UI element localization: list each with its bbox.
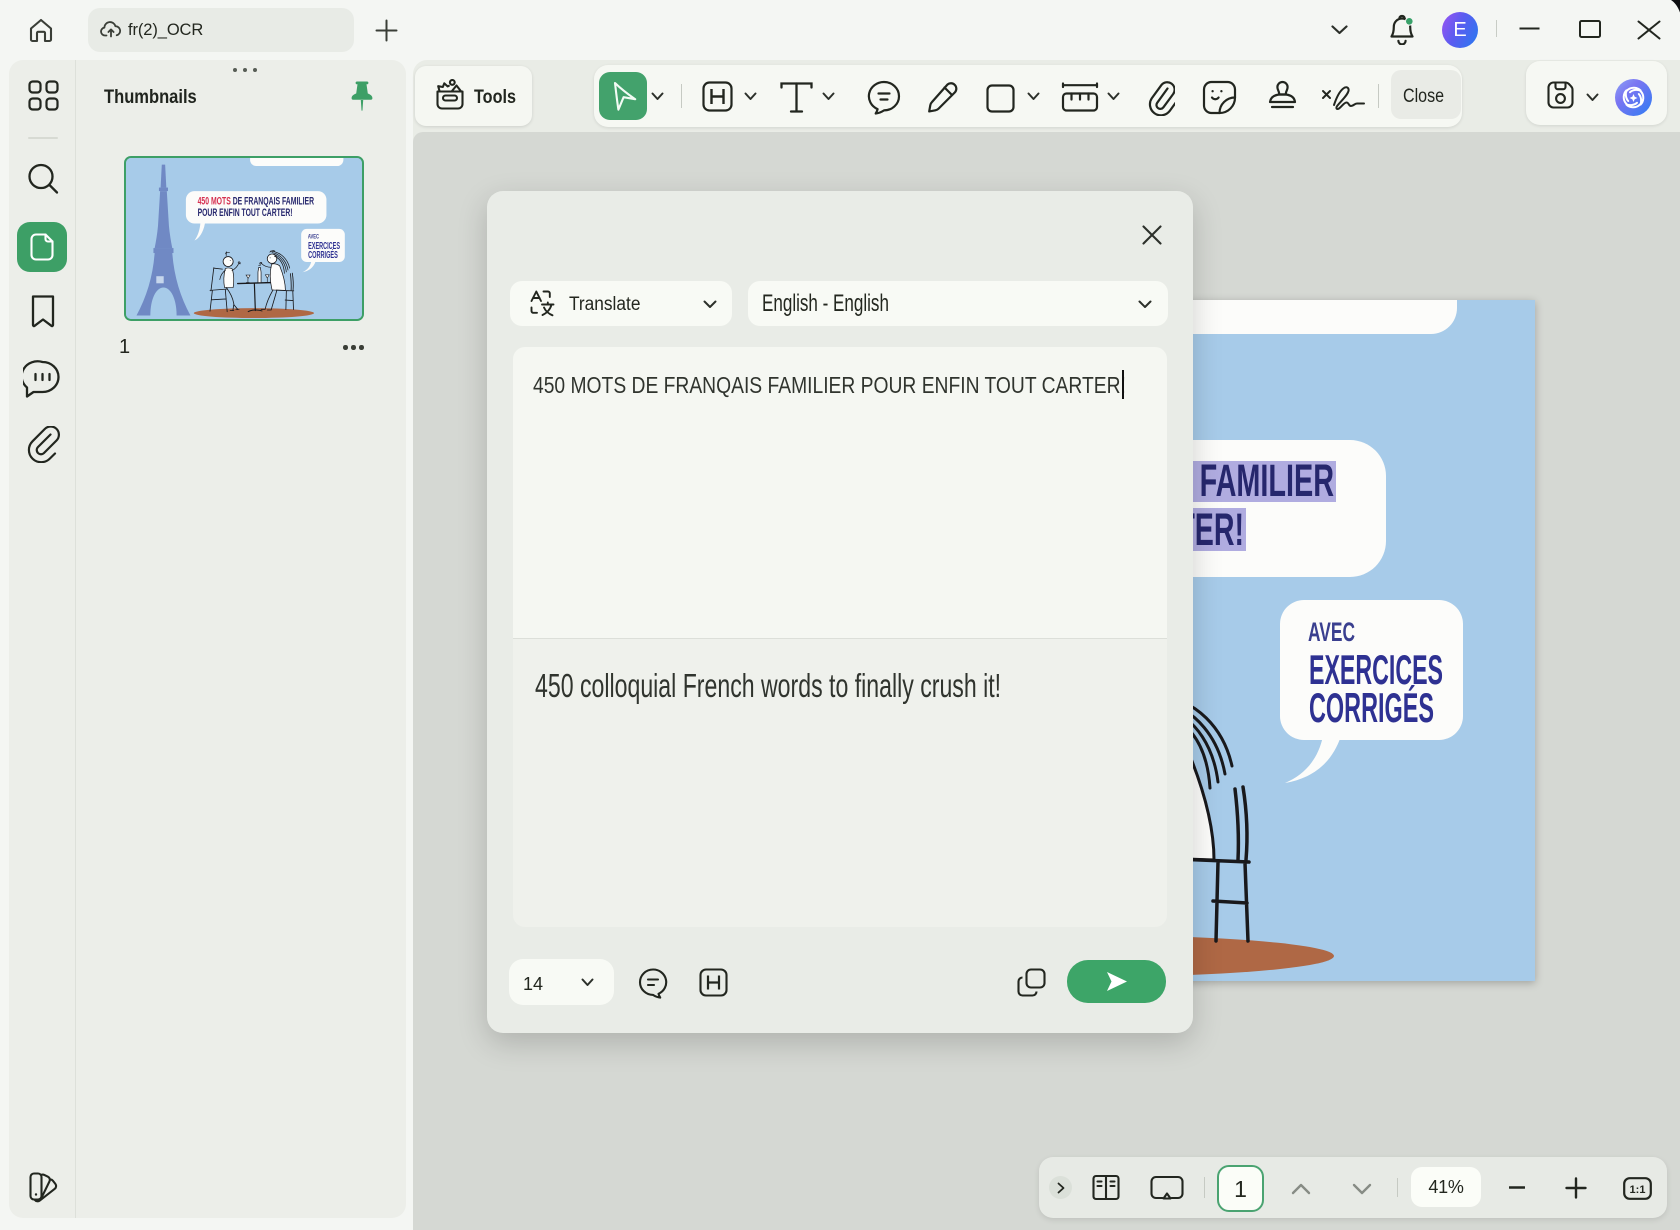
svg-text:AVEC: AVEC	[308, 234, 319, 241]
svg-text:450 MOTS DE FRANQAIS FAMILIER: 450 MOTS DE FRANQAIS FAMILIER	[198, 195, 315, 207]
svg-text:AVEC: AVEC	[1308, 617, 1355, 647]
svg-text:POUR ENFIN TOUT CARTER!: POUR ENFIN TOUT CARTER!	[198, 207, 293, 219]
svg-text:CORRIGÉS: CORRIGÉS	[308, 249, 338, 261]
svg-text:CORRIGÉS: CORRIGÉS	[1309, 684, 1434, 731]
svg-text:1:1: 1:1	[1630, 1184, 1646, 1196]
